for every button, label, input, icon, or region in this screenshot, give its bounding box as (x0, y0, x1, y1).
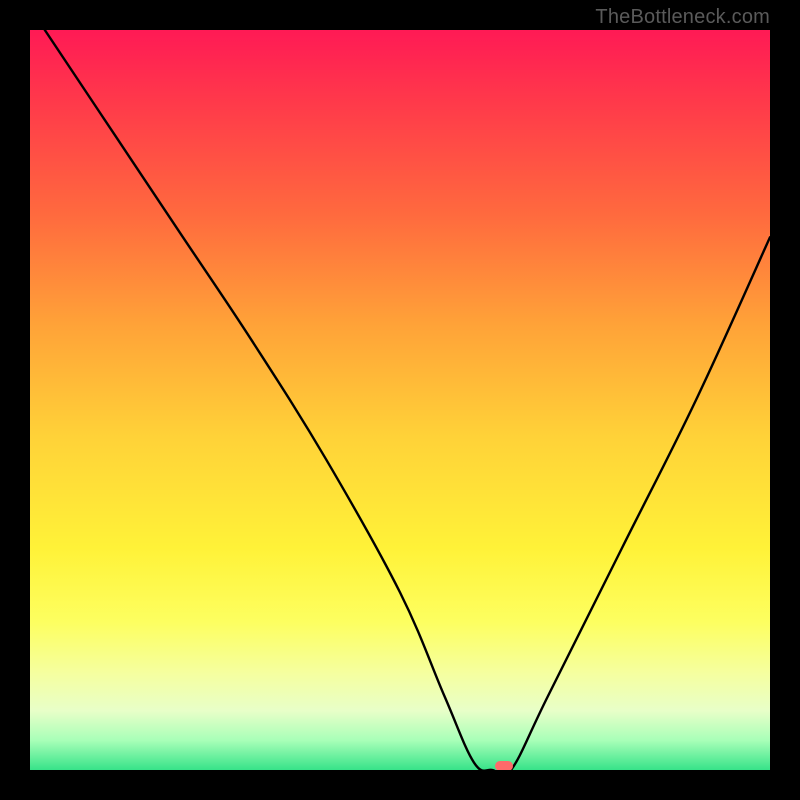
bottleneck-curve (30, 30, 770, 770)
watermark-text: TheBottleneck.com (595, 6, 770, 29)
plot-area (30, 30, 770, 770)
optimum-marker (495, 761, 513, 770)
chart-frame: TheBottleneck.com (0, 0, 800, 800)
